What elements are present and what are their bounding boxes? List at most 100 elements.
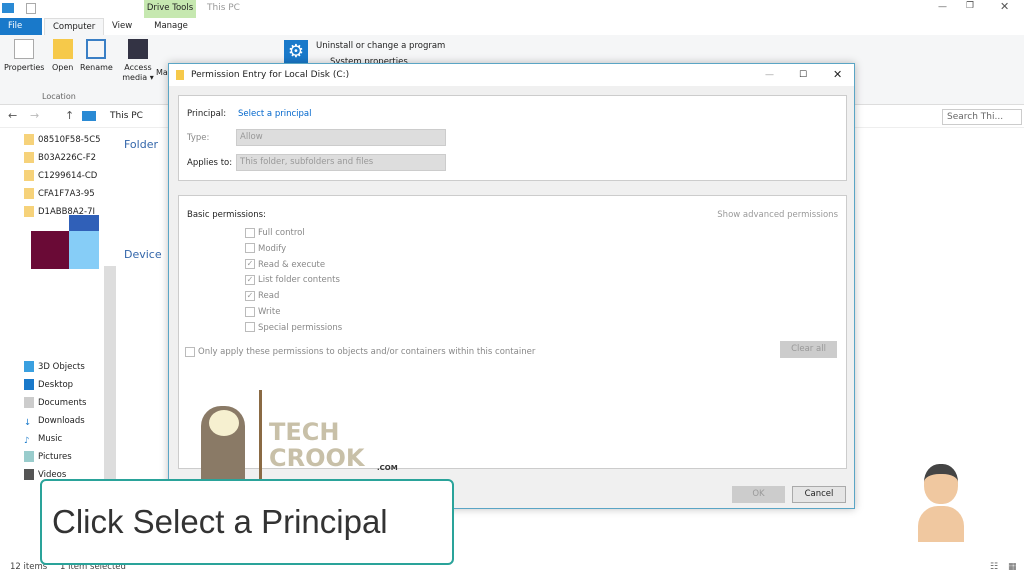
map-drive-button[interactable]: Ma [156, 68, 168, 78]
back-icon[interactable]: ← [8, 109, 17, 122]
permission-checkbox[interactable]: ✓ Read [245, 289, 279, 303]
forward-icon[interactable]: → [30, 109, 39, 122]
nav-3d-objects[interactable]: 3D Objects [24, 359, 85, 375]
logo-com: .COM [377, 464, 398, 472]
nav-pinned-item[interactable]: C1299614-CD [24, 168, 97, 184]
principal-label: Principal: [187, 109, 227, 119]
staff [259, 390, 262, 490]
maximize-button[interactable]: ❐ [966, 1, 974, 11]
minimize-button[interactable]: — [765, 64, 774, 86]
label: Music [38, 434, 63, 444]
type-select[interactable]: Allow [236, 129, 446, 146]
label: Write [258, 307, 281, 317]
nav-downloads[interactable]: ↓ Downloads [24, 413, 85, 429]
label: Special permissions [258, 322, 343, 333]
applies-to-select[interactable]: This folder, subfolders and files [236, 154, 446, 171]
checkbox[interactable]: ✓ [245, 274, 255, 285]
label: B03A226C-F2 [38, 153, 96, 163]
maximize-button[interactable]: ☐ [799, 64, 807, 86]
section-folders[interactable]: Folder [124, 138, 158, 151]
close-button[interactable]: ✕ [833, 64, 842, 86]
permission-checkbox[interactable]: Full control [245, 226, 305, 240]
permission-checkbox[interactable]: Write [245, 305, 280, 319]
nav-pinned-item[interactable]: B03A226C-F2 [24, 150, 96, 166]
dialog-title: Permission Entry for Local Disk (C:) [191, 70, 350, 80]
access-media-button[interactable]: Access media ▾ [122, 39, 154, 83]
tiles-view-icon[interactable]: ▦ [1008, 562, 1017, 572]
open-button[interactable]: Open [52, 39, 73, 73]
color-block [31, 231, 69, 269]
computer-icon [82, 111, 96, 121]
nav-pictures[interactable]: Pictures [24, 449, 72, 465]
cancel-button[interactable]: Cancel [792, 486, 846, 503]
up-icon[interactable]: ↑ [65, 109, 74, 122]
rename-button[interactable]: Rename [80, 39, 113, 73]
label: 08510F58-5C5 [38, 135, 101, 145]
permission-checkbox[interactable]: ✓ List folder contents [245, 273, 340, 287]
label: Rename [80, 63, 113, 72]
nav-documents[interactable]: Documents [24, 395, 86, 411]
tab-computer[interactable]: Computer [44, 18, 105, 35]
minimize-button[interactable]: — [938, 2, 947, 12]
folder-icon [176, 70, 184, 80]
avatar-head [924, 464, 958, 504]
properties-icon[interactable] [26, 3, 36, 14]
tab-manage[interactable]: Manage [146, 18, 196, 35]
show-advanced-link[interactable]: Show advanced permissions [717, 210, 838, 220]
title-bar: Drive Tools This PC — ❐ ✕ [0, 0, 1024, 18]
label: 3D Objects [38, 362, 85, 372]
label: Downloads [38, 416, 85, 426]
label: Modify [258, 243, 287, 254]
checkbox[interactable] [245, 227, 255, 238]
dialog-title-bar: Permission Entry for Local Disk (C:) — ☐… [169, 64, 854, 86]
type-label: Type: [187, 133, 210, 143]
nav-pinned-item[interactable]: 08510F58-5C5 [24, 132, 101, 148]
basic-permissions-label: Basic permissions: [187, 210, 266, 220]
details-view-icon[interactable]: ☷ [990, 562, 998, 572]
checkbox[interactable]: ✓ [245, 259, 255, 270]
label: C1299614-CD [38, 171, 98, 181]
permission-checkbox[interactable]: Modify [245, 242, 286, 256]
ribbon-tabs: File Computer View Manage [0, 18, 1024, 35]
nav-pinned-item[interactable]: CFA1F7A3-95 [24, 186, 95, 202]
window-title: This PC [207, 3, 240, 13]
permission-checkbox[interactable]: ✓ Read & execute [245, 258, 325, 272]
address-path[interactable]: This PC [110, 111, 143, 121]
clear-all-button[interactable]: Clear all [780, 341, 837, 358]
section-devices[interactable]: Device [124, 248, 162, 261]
drive-tools-label: Drive Tools [144, 0, 196, 18]
search-input[interactable]: Search Thi... [942, 109, 1022, 125]
label: Only apply these permissions to objects … [198, 347, 536, 357]
principal-panel: Principal: Select a principal Type: Allo… [178, 95, 847, 181]
tab-file[interactable]: File [0, 18, 42, 35]
ok-button[interactable]: OK [732, 486, 785, 503]
avatar-mascot [914, 462, 968, 542]
settings-icon[interactable]: ⚙ [284, 40, 308, 64]
permission-checkbox[interactable]: Special permissions [245, 321, 342, 335]
label: CFA1F7A3-95 [38, 189, 95, 199]
select-principal-link[interactable]: Select a principal [238, 109, 311, 119]
logo-crook: CROOK [269, 444, 365, 472]
close-button[interactable]: ✕ [1000, 0, 1009, 13]
uninstall-link[interactable]: Uninstall or change a program [316, 41, 445, 51]
checkbox[interactable] [245, 322, 255, 333]
checkbox[interactable] [245, 306, 255, 317]
label: Read [258, 291, 280, 302]
checkbox[interactable] [185, 346, 195, 357]
rename-icon [86, 39, 107, 59]
group-label: Location [42, 92, 76, 101]
color-block [69, 231, 99, 269]
tab-view[interactable]: View [104, 18, 140, 35]
color-block [69, 215, 99, 231]
checkbox[interactable] [245, 243, 255, 254]
label: Full control [258, 228, 305, 238]
permissions-panel: Basic permissions: Show advanced permiss… [178, 195, 847, 492]
only-apply-checkbox[interactable]: Only apply these permissions to objects … [185, 345, 535, 359]
checkbox[interactable]: ✓ [245, 290, 255, 301]
computer-icon [2, 3, 14, 13]
folder-icon [52, 39, 73, 59]
nav-desktop[interactable]: Desktop [24, 377, 73, 393]
properties-button[interactable]: Properties [4, 39, 44, 73]
label: Pictures [38, 452, 72, 462]
nav-music[interactable]: ♪ Music [24, 431, 62, 447]
